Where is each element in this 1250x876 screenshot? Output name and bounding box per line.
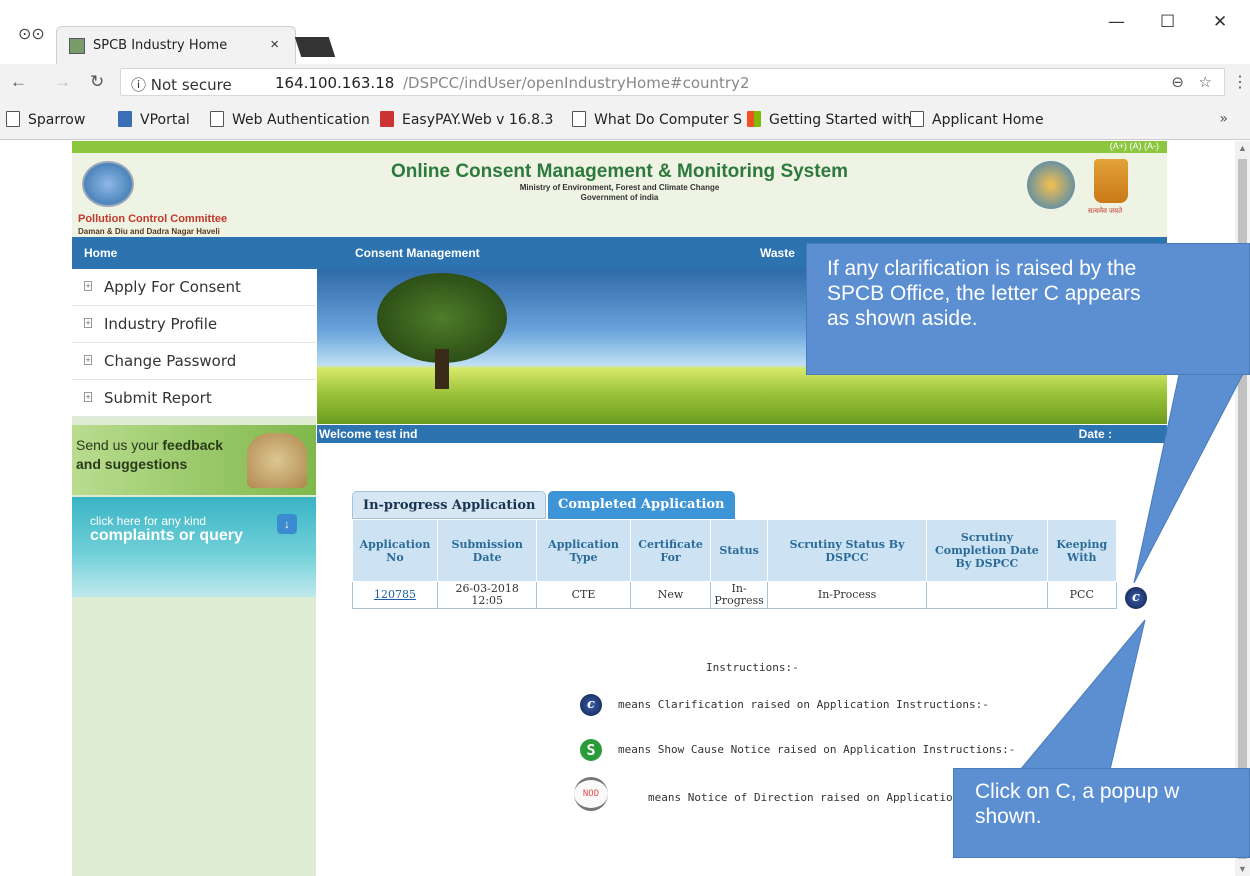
browser-window: ⊙⊙ SPCB Industry Home × — ☐ ✕ ← → ↻ ⓘ No… <box>0 0 1250 876</box>
callout-line: Click on C, a popup w <box>975 780 1180 803</box>
callout-line: shown. <box>975 805 1042 828</box>
callout-line: If any clarification is raised by the <box>827 257 1137 280</box>
callout-pointers <box>1018 369 1246 771</box>
callout-click-c: Click on C, a popup w shown. <box>953 768 1250 858</box>
callout-line: as shown aside. <box>827 307 978 330</box>
callout-clarification: If any clarification is raised by the SP… <box>806 243 1250 375</box>
bottom-callout-pointer <box>1018 619 1146 771</box>
callout-line: SPCB Office, the letter C appears <box>827 282 1141 305</box>
top-callout-pointer <box>1133 369 1246 584</box>
